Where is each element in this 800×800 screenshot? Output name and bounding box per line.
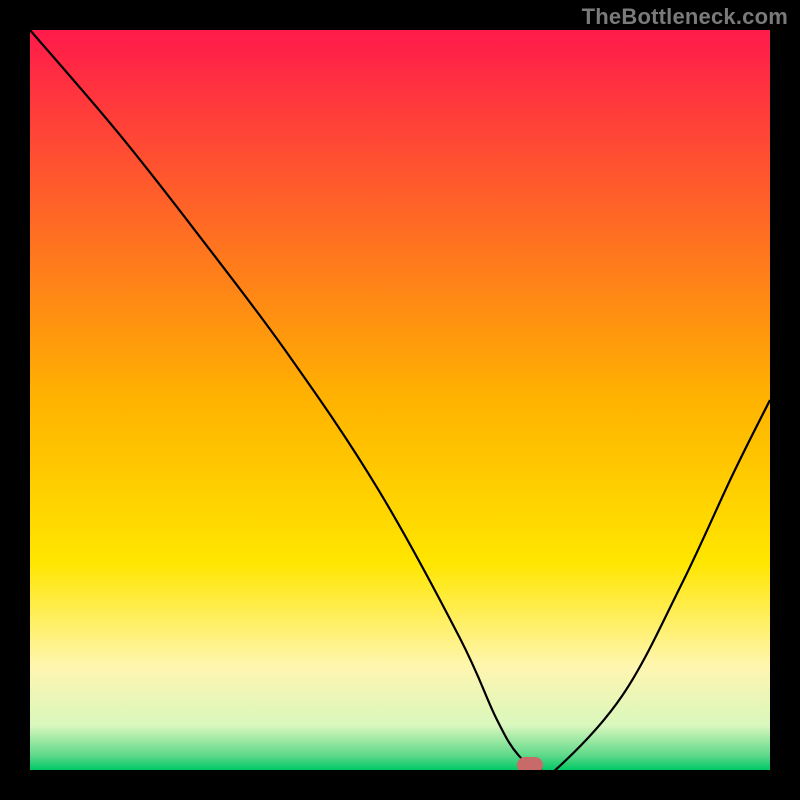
bottleneck-curve <box>30 30 770 770</box>
optimal-marker <box>517 757 543 770</box>
watermark-label: TheBottleneck.com <box>582 4 788 30</box>
chart-frame: TheBottleneck.com <box>0 0 800 800</box>
plot-area <box>30 30 770 770</box>
